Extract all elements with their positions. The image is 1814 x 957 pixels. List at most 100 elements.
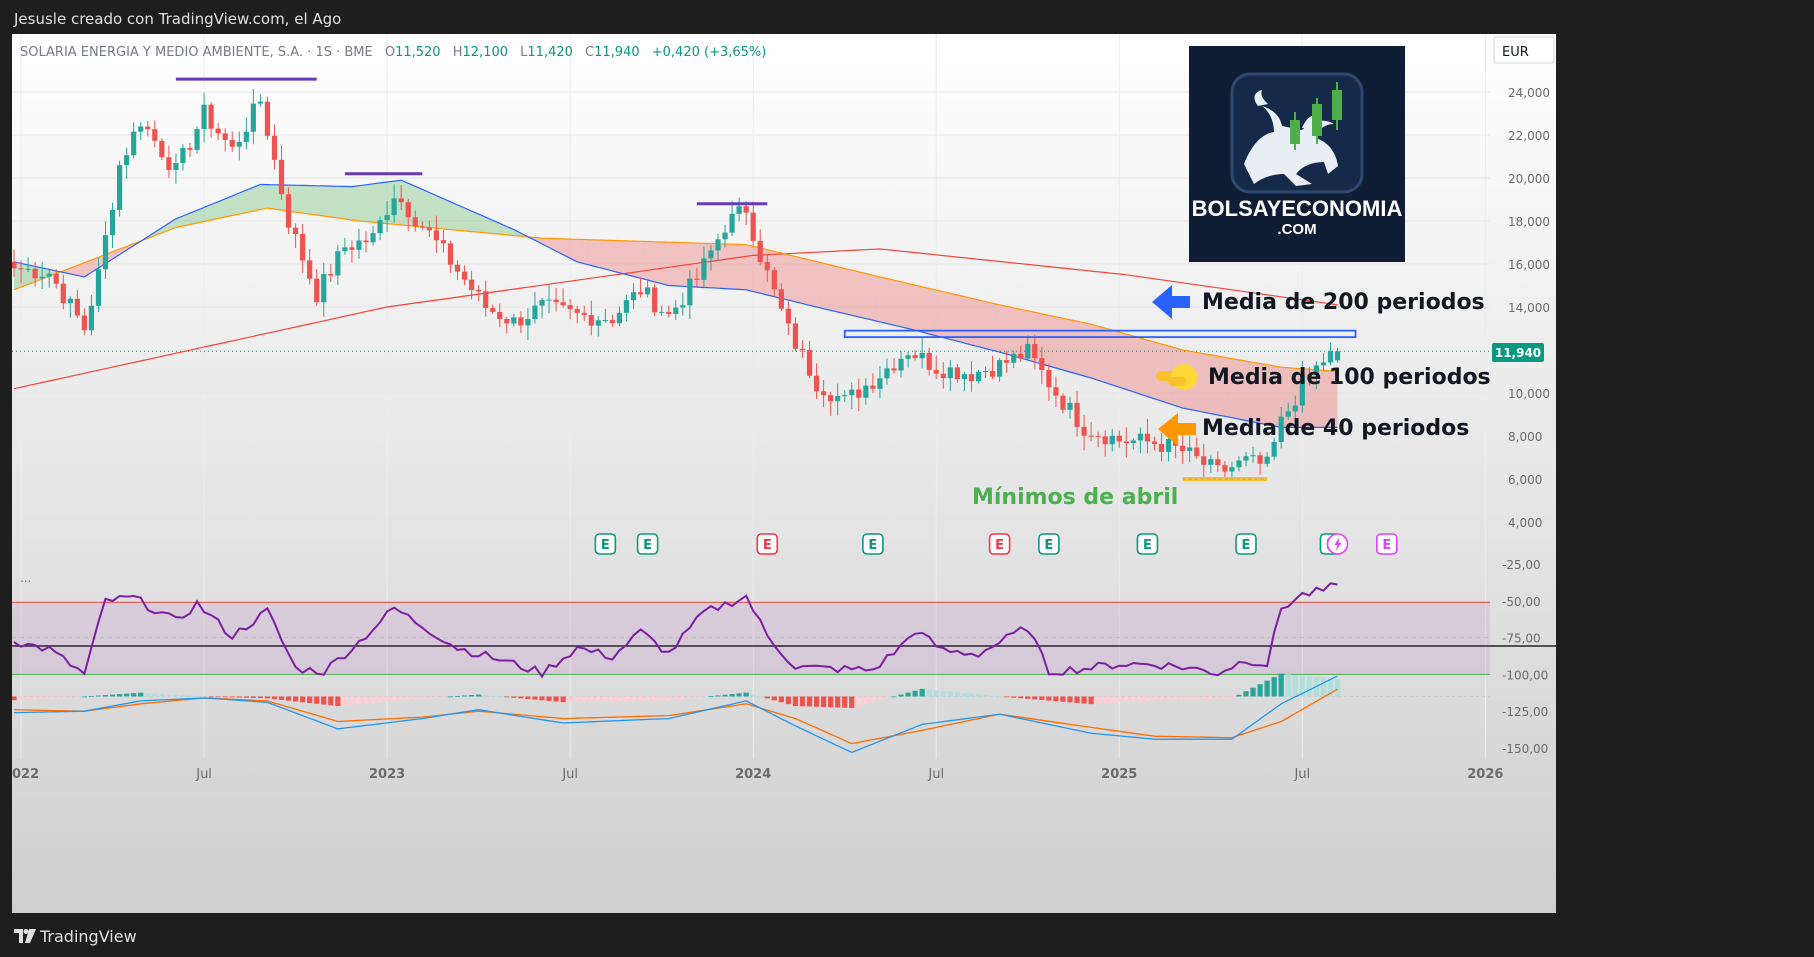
earnings-marker[interactable]: E: [1038, 533, 1060, 555]
histogram-bar: [764, 696, 770, 699]
earnings-marker[interactable]: E: [862, 533, 884, 555]
histogram-bar: [1011, 696, 1017, 698]
candle-body: [293, 227, 299, 234]
candle-body: [342, 247, 348, 252]
legend: SOLARIA ENERGIA Y MEDIO AMBIENTE, S.A. ·…: [20, 45, 766, 60]
candle-body: [828, 395, 834, 402]
histogram-bar: [891, 696, 897, 698]
histogram-bar: [95, 695, 102, 697]
candle-body: [757, 240, 763, 263]
candle-body: [1081, 426, 1087, 436]
histogram-bar: [1173, 696, 1179, 700]
candle-body: [835, 396, 841, 402]
ma-cloud-segment: [830, 265, 838, 312]
candle-body: [1327, 350, 1334, 363]
histogram-bar: [53, 696, 59, 699]
histogram-bar: [1095, 696, 1101, 704]
ma-cloud-segment: [443, 198, 451, 230]
histogram-bar: [102, 695, 109, 697]
candle-body: [300, 233, 306, 261]
ma-cloud-segment: [858, 271, 866, 319]
histogram-bar: [377, 696, 383, 703]
histogram-bar: [370, 696, 376, 703]
candle-body: [67, 298, 73, 304]
candle-body: [109, 209, 116, 236]
histogram-bar: [271, 696, 278, 700]
histogram-bar: [933, 690, 939, 697]
histogram-bar: [88, 696, 95, 697]
candle-body: [1271, 441, 1277, 457]
ma-cloud-segment: [366, 183, 374, 223]
ma-cloud-segment: [1013, 307, 1021, 359]
histogram-bar: [454, 696, 461, 697]
candle-body: [250, 103, 256, 132]
candle-body: [821, 391, 827, 396]
ma-cloud-segment: [422, 189, 430, 228]
ma-cloud-segment: [872, 275, 880, 322]
candle-body: [532, 305, 538, 319]
histogram-bar: [602, 696, 608, 702]
ma-cloud-segment: [1055, 316, 1063, 371]
histogram-bar: [954, 692, 960, 697]
histogram-bar: [588, 696, 594, 702]
histogram-bar: [1187, 696, 1193, 700]
price-axis-label: 24,000: [1508, 86, 1550, 100]
candle-body: [919, 352, 925, 359]
histogram-bar: [1236, 694, 1242, 697]
candle-body: [440, 240, 447, 244]
earnings-marker[interactable]: E: [1136, 533, 1159, 555]
histogram-bar: [67, 696, 73, 698]
earnings-marker[interactable]: E: [1376, 533, 1398, 555]
earnings-marker[interactable]: E: [756, 533, 779, 555]
histogram-bar: [736, 693, 742, 697]
ma-cloud-segment: [1091, 324, 1099, 381]
candle-body: [497, 311, 503, 320]
histogram-bar: [574, 696, 580, 702]
histogram-bar: [469, 695, 475, 697]
candle-body: [201, 104, 207, 130]
price-axis-label: 8,000: [1508, 430, 1542, 444]
histogram-bar: [335, 696, 341, 707]
candle-body: [856, 389, 862, 398]
earnings-label: E: [1143, 538, 1152, 553]
histogram-bar: [74, 696, 80, 698]
histogram-bar: [680, 696, 686, 699]
histogram-bar: [236, 696, 242, 698]
candle-body: [701, 258, 707, 280]
histogram-bar: [750, 694, 756, 697]
candle-body: [285, 194, 292, 228]
time-axis-label: 2025: [1101, 767, 1137, 782]
price-chart[interactable]: 24,000 22,000 20,000 18,000 16,000 14,000 10,0…: [12, 34, 1556, 913]
histogram-bar: [109, 694, 116, 697]
candle-body: [1067, 402, 1073, 410]
histogram-bar: [877, 696, 883, 701]
logo-text-line1: BOLSAYECONOMIA: [1192, 196, 1403, 221]
candle-body: [588, 314, 594, 326]
candle-body: [1194, 447, 1200, 457]
histogram-bar: [504, 696, 510, 698]
histogram-bar: [701, 696, 707, 698]
candle-body: [1018, 353, 1024, 359]
earnings-marker[interactable]: E: [636, 533, 659, 555]
histogram-bar: [687, 696, 693, 699]
earnings-marker[interactable]: E: [988, 533, 1011, 555]
pane-menu-dots[interactable]: ...: [20, 571, 31, 585]
histogram-bar: [1081, 696, 1087, 704]
histogram-bar: [1116, 696, 1122, 703]
ma-cloud-segment: [739, 244, 747, 290]
candle-body: [926, 352, 932, 370]
candle-body: [539, 300, 545, 306]
candle-body: [12, 261, 17, 269]
earnings-marker[interactable]: E: [594, 533, 617, 555]
credit-text: Jesusle creado con TradingView.com, el A…: [14, 10, 342, 28]
histogram-bar: [518, 696, 524, 699]
ma-cloud-segment: [260, 184, 268, 210]
earnings-marker[interactable]: E: [1235, 533, 1257, 555]
ma-cloud-segment: [232, 193, 240, 216]
histogram-bar: [581, 696, 587, 702]
candle-body: [518, 317, 524, 326]
earnings-label: E: [1044, 538, 1053, 553]
histogram-bar: [131, 693, 137, 697]
ma-cloud-segment: [675, 242, 683, 287]
candle-body: [637, 292, 644, 295]
